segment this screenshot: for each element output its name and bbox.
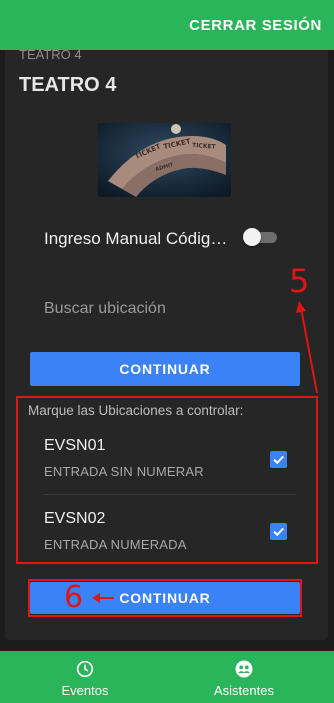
nav-item-eventos[interactable]: Eventos [40,651,130,703]
nav-item-asistentes[interactable]: Asistentes [199,651,289,703]
annotation-arrows [92,301,318,603]
bottom-navigation: Eventos Asistentes [0,651,334,703]
clock-icon [76,660,94,678]
nav-label: Eventos [61,683,109,698]
users-icon [235,660,253,678]
nav-label: Asistentes [214,683,274,698]
